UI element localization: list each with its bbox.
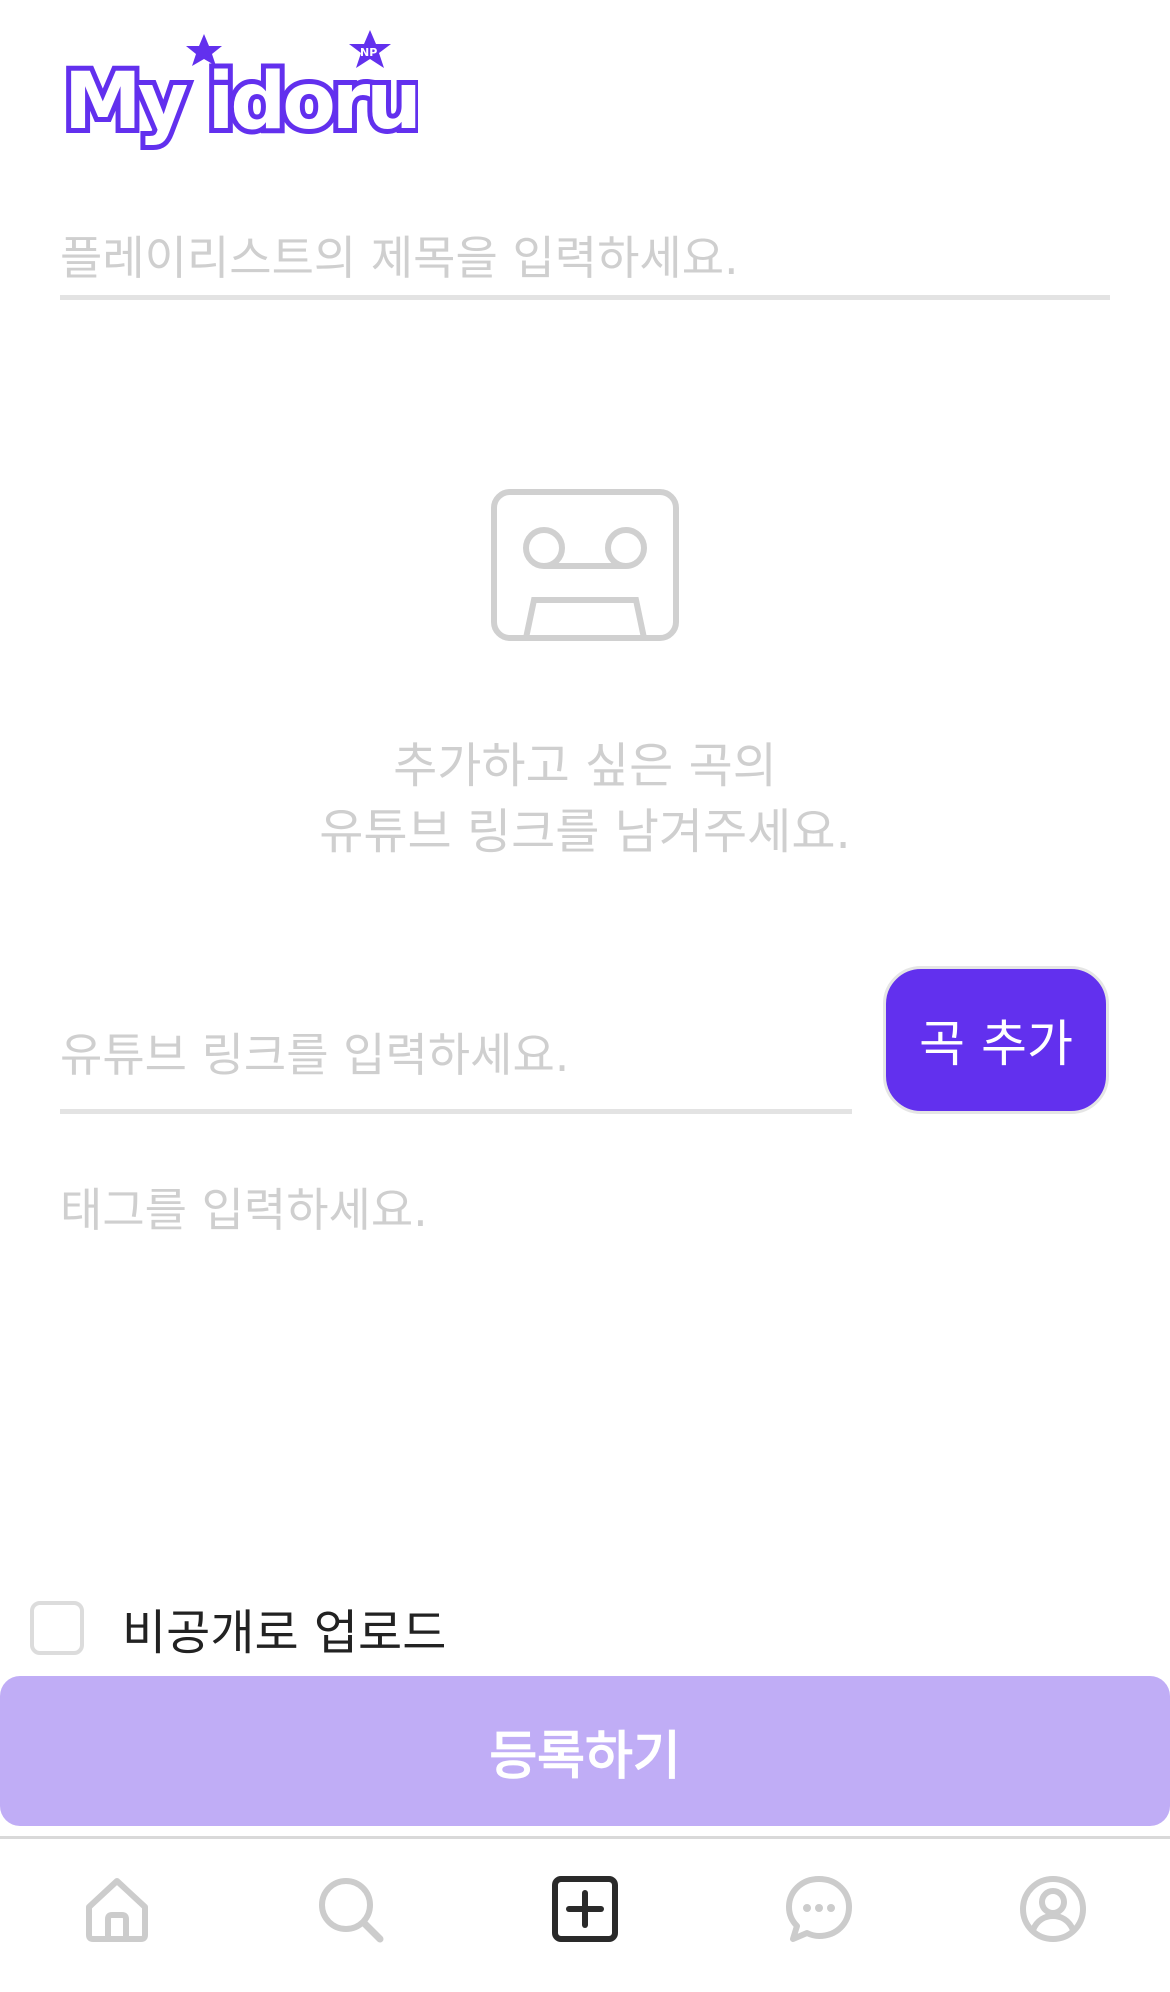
youtube-link-input[interactable] bbox=[60, 1000, 852, 1114]
private-upload-row[interactable]: 비공개로 업로드 bbox=[30, 1596, 447, 1661]
svg-text:My idoru: My idoru bbox=[64, 57, 418, 147]
bottom-nav bbox=[0, 1836, 1170, 1992]
empty-message-line-2: 유튜브 링크를 남겨주세요. bbox=[319, 804, 851, 860]
private-checkbox[interactable] bbox=[30, 1601, 84, 1655]
tag-input[interactable] bbox=[60, 1170, 1110, 1250]
myidoru-logo: My idoru NP bbox=[59, 30, 418, 152]
submit-button[interactable]: 등록하기 bbox=[0, 1676, 1170, 1826]
chat-bubble-icon[interactable] bbox=[783, 1873, 855, 1945]
home-icon[interactable] bbox=[81, 1873, 153, 1945]
search-icon[interactable] bbox=[314, 1873, 386, 1945]
cassette-icon bbox=[491, 489, 679, 641]
svg-text:NP: NP bbox=[360, 46, 377, 59]
add-song-button[interactable]: 곡 추가 bbox=[883, 966, 1109, 1114]
private-upload-label: 비공개로 업로드 bbox=[122, 1605, 447, 1661]
playlist-title-input[interactable] bbox=[60, 220, 1110, 300]
empty-message-line-1: 추가하고 싶은 곡의 bbox=[393, 738, 777, 794]
profile-icon[interactable] bbox=[1017, 1873, 1089, 1945]
add-square-icon[interactable] bbox=[549, 1873, 621, 1945]
